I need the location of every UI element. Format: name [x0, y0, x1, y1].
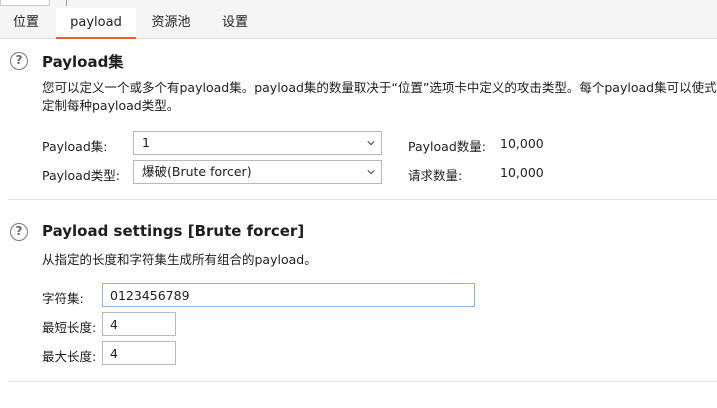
payload-count-label: Payload数量: [408, 139, 486, 154]
request-count-label: 请求数量: [408, 168, 463, 183]
tab-resource-pool[interactable]: 资源池 [140, 8, 202, 39]
payload-sets-title: Payload集 [42, 53, 124, 71]
charset-input[interactable] [102, 283, 475, 307]
section-divider [8, 199, 717, 200]
payload-set-select[interactable]: 1 [133, 131, 382, 155]
payload-sets-description: 您可以定义一个或多个有payload集。payload集的数量取决于“位置”选项… [42, 80, 717, 113]
min-length-label: 最短长度: [42, 320, 97, 335]
request-count-value: 10,000 [500, 165, 544, 180]
top-tab-separator [66, 0, 67, 6]
payload-count-value: 10,000 [500, 136, 544, 151]
charset-label: 字符集: [42, 291, 84, 306]
tab-payload[interactable]: payload [56, 8, 136, 39]
top-tab-stub[interactable] [0, 0, 50, 6]
payload-set-value: 1 [142, 135, 150, 150]
section-divider [8, 381, 717, 382]
chevron-down-icon [367, 141, 375, 146]
help-icon[interactable]: ? [10, 223, 28, 241]
max-length-input[interactable] [102, 341, 176, 365]
min-length-input[interactable] [102, 312, 176, 336]
top-tab-strip [0, 0, 717, 8]
payload-type-label: Payload类型: [42, 168, 120, 183]
tab-bar: 位置 payload 资源池 设置 [0, 8, 717, 39]
payload-type-select[interactable]: 爆破(Brute forcer) [133, 160, 382, 184]
payload-set-label: Payload集: [42, 139, 108, 154]
max-length-label: 最大长度: [42, 349, 97, 364]
help-icon[interactable]: ? [10, 52, 28, 70]
payload-type-value: 爆破(Brute forcer) [142, 164, 252, 179]
payload-settings-description: 从指定的长度和字符集生成所有组合的payload。 [42, 252, 317, 267]
tab-settings[interactable]: 设置 [208, 8, 262, 39]
tab-positions[interactable]: 位置 [0, 8, 52, 39]
chevron-down-icon [367, 170, 375, 175]
payload-settings-title: Payload settings [Brute forcer] [42, 222, 305, 240]
